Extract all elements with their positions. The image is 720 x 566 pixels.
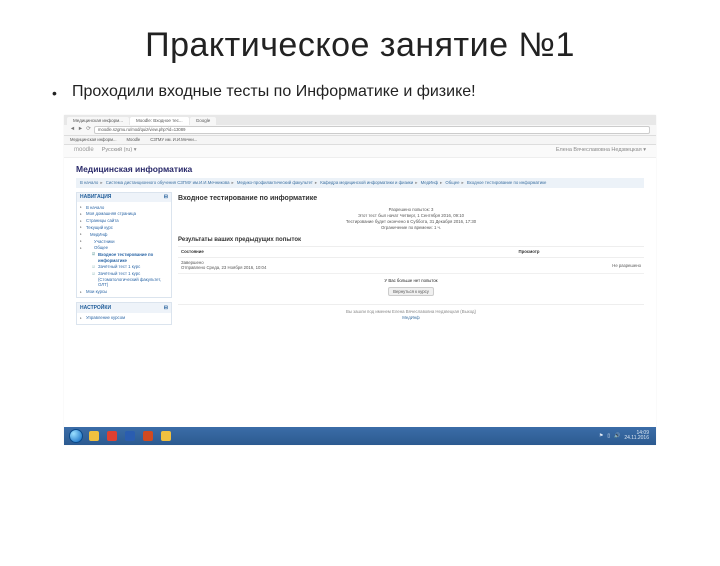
language-label: Русский (ru) — [102, 147, 133, 153]
bookmarks-bar: Медицинская информ... Moodle СЗГМУ им. И… — [64, 136, 656, 145]
quiz-title: Входное тестирование по информатике — [178, 194, 644, 203]
browser-tab[interactable]: Moodle: Входное тес... — [130, 117, 189, 125]
attempts-heading: Результаты ваших предыдущих попыток — [178, 237, 644, 245]
tray-flag-icon[interactable]: ⚑ — [599, 433, 603, 440]
bookmark-item[interactable]: СЗГМУ им. И.И.Мечни... — [150, 137, 197, 142]
settings-block: НАСТРОЙКИ ⊟ Управление курсом — [76, 302, 172, 324]
collapse-icon[interactable]: ⊟ — [164, 305, 168, 312]
footer-home-link[interactable]: МедИнф — [402, 315, 419, 320]
tray-volume-icon[interactable]: 🔊 — [614, 433, 620, 440]
crumb-item[interactable]: Система дистанционного обучения СЗГМУ им… — [106, 180, 230, 185]
windows-orb-icon — [69, 429, 83, 443]
taskbar-app-explorer[interactable] — [86, 429, 102, 443]
settings-item[interactable]: Управление курсом — [80, 315, 168, 322]
breadcrumb: В начало▸ Система дистанционного обучени… — [76, 178, 644, 188]
meta-limit: Ограничение по времени: 1 ч. — [178, 225, 644, 231]
user-name: Елена Вячеславовна Недзвецкая — [556, 147, 642, 153]
back-icon[interactable]: ◄ — [70, 128, 75, 133]
slide-title: Практическое занятие №1 — [0, 26, 720, 65]
meta-closes: Тестирование будет окончено в Суббота, 3… — [178, 219, 644, 225]
moodle-top-bar: moodle Русский (ru) ▾ Елена Вячеславовна… — [64, 145, 656, 158]
clock-date: 24.11.2016 — [624, 436, 649, 441]
quiz-meta: Разрешено попыток: 3 Этот тест был начат… — [178, 207, 644, 231]
browser-tab[interactable]: Google — [190, 117, 217, 125]
col-review: Просмотр — [515, 247, 644, 258]
nav-item[interactable]: Моя домашняя страница — [80, 211, 168, 218]
attempt-submitted: Отправлено Среда, 23 Ноября 2016, 10:04 — [181, 265, 512, 271]
nav-quiz-item[interactable]: Зачётный тест 1 курс — [92, 264, 168, 271]
collapse-icon[interactable]: ⊟ — [164, 194, 168, 201]
browser-tab[interactable]: Медицинская информ... — [67, 117, 129, 125]
settings-block-header: НАСТРОЙКИ ⊟ — [77, 303, 171, 313]
nav-quiz-item[interactable]: Входное тестирование по информатике — [92, 251, 168, 263]
crumb-item[interactable]: В начало — [80, 180, 98, 185]
nav-sub[interactable]: Общее — [80, 245, 168, 252]
col-state: Состояние — [178, 247, 515, 258]
taskbar-app-powerpoint[interactable] — [140, 429, 156, 443]
taskbar-app-word[interactable] — [122, 429, 138, 443]
start-button[interactable] — [67, 427, 85, 445]
nav-block-title: НАВИГАЦИЯ — [80, 194, 111, 201]
page-footer: Вы зашли под именем Елена Вячеславовна Н… — [178, 304, 644, 320]
nav-block-header: НАВИГАЦИЯ ⊟ — [77, 193, 171, 203]
reload-icon[interactable]: ⟳ — [86, 128, 91, 133]
nav-sub[interactable]: Участники — [80, 238, 168, 245]
browser-tab-strip: Медицинская информ... Moodle: Входное те… — [64, 115, 656, 125]
nav-item[interactable]: Мои курсы — [80, 289, 168, 296]
main-content: Входное тестирование по информатике Разр… — [178, 192, 644, 329]
bookmark-item[interactable]: Медицинская информ... — [70, 137, 117, 142]
nav-item[interactable]: В начало — [80, 204, 168, 211]
nav-course[interactable]: МедИнф — [80, 231, 168, 238]
browser-toolbar: ◄ ► ⟳ moodle.szgmu.ru/mod/quiz/view.php?… — [64, 125, 656, 136]
taskbar-app-folder[interactable] — [158, 429, 174, 443]
no-more-attempts: У Вас больше нет попыток — [178, 278, 644, 284]
nav-item[interactable]: Текущий курс — [80, 224, 168, 231]
language-selector[interactable]: Русский (ru) ▾ — [102, 147, 137, 154]
taskbar-app-chrome[interactable] — [104, 429, 120, 443]
nav-block: НАВИГАЦИЯ ⊟ В начало Моя домашняя страни… — [76, 192, 172, 299]
slide-bullet: Проходили входные тесты по Информатике и… — [72, 83, 670, 101]
nav-quiz-item[interactable]: Зачётный тест 1 курс (Стоматологический … — [92, 271, 168, 289]
sidebar: НАВИГАЦИЯ ⊟ В начало Моя домашняя страни… — [76, 192, 172, 329]
attempts-table: Состояние Просмотр Завершено Отправлено … — [178, 246, 644, 274]
embedded-screenshot: Медицинская информ... Moodle: Входное те… — [64, 115, 656, 445]
crumb-item[interactable]: МедИнф — [421, 180, 438, 185]
meta-attempts: Разрешено попыток: 3 — [178, 207, 644, 213]
back-to-course-button[interactable]: Вернуться к курсу — [388, 287, 434, 297]
course-title: Медицинская информатика — [76, 164, 644, 175]
crumb-item[interactable]: Медико-профилактический факультет — [237, 180, 313, 185]
attempt-review: Не разрешено — [515, 257, 644, 273]
table-row: Завершено Отправлено Среда, 23 Ноября 20… — [178, 257, 644, 273]
settings-block-title: НАСТРОЙКИ — [80, 305, 111, 312]
windows-taskbar: ⚑ ▯ 🔊 14:09 24.11.2016 — [64, 427, 656, 445]
nav-item[interactable]: Страницы сайта — [80, 218, 168, 225]
address-bar[interactable]: moodle.szgmu.ru/mod/quiz/view.php?id=130… — [94, 126, 650, 134]
crumb-item[interactable]: Кафедра медицинской информатики и физики — [320, 180, 413, 185]
crumb-item[interactable]: Входное тестирование по информатике — [467, 180, 547, 185]
system-tray[interactable]: ⚑ ▯ 🔊 14:09 24.11.2016 — [599, 431, 653, 441]
moodle-logo[interactable]: moodle — [74, 147, 94, 155]
tray-network-icon[interactable]: ▯ — [607, 433, 610, 440]
forward-icon[interactable]: ► — [78, 128, 83, 133]
tray-clock[interactable]: 14:09 24.11.2016 — [624, 431, 649, 441]
bookmark-item[interactable]: Moodle — [127, 137, 141, 142]
meta-opened: Этот тест был начат Четверг, 1 Сентября … — [178, 213, 644, 219]
crumb-item[interactable]: Общее — [445, 180, 459, 185]
user-menu[interactable]: Елена Вячеславовна Недзвецкая ▾ — [556, 147, 646, 154]
